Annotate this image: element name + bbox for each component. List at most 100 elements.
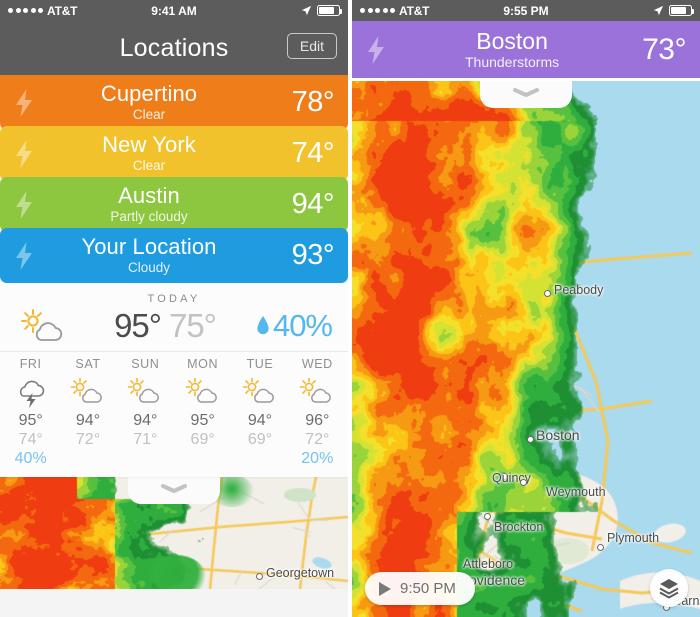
location-name: Cupertino (30, 83, 268, 105)
day-precipitation (117, 450, 174, 469)
weekly-forecast: FRI 95° 74° 40% SAT 94° 72° SUN 94° 71° MON 95° 69° T… (0, 352, 348, 473)
day-label: SUN (117, 357, 174, 371)
location-temperature: 94° (268, 188, 334, 221)
city-marker (597, 544, 604, 551)
sun-cloud-icon (231, 375, 288, 409)
location-temperature: 74° (268, 137, 334, 170)
sun-cloud-icon (117, 375, 174, 409)
today-temperatures: 95° 75° (74, 307, 256, 345)
navigation-bar: Locations Edit (0, 21, 348, 75)
lightning-bolt-icon (12, 88, 36, 118)
signal-dots-icon (8, 8, 43, 13)
location-condition: Cloudy (30, 261, 268, 275)
chevron-down-icon (513, 88, 539, 97)
day-low: 71° (117, 431, 174, 449)
map-label-weymouth: Weymouth (546, 485, 606, 499)
location-text: Your Location Cloudy (30, 236, 268, 275)
day-label: TUE (231, 357, 288, 371)
locations-screen: AT&T 9:41 AM Locations Edit Cupertino Cle… (0, 0, 348, 617)
lightning-bolt-icon (12, 241, 36, 271)
header-city-block: Boston Thunderstorms (382, 30, 642, 69)
sun-cloud-icon (289, 375, 346, 409)
radar-map-left[interactable]: Georgetown (0, 477, 348, 589)
day-precipitation (231, 450, 288, 469)
day-high: 96° (289, 412, 346, 430)
forecast-day-mon: MON 95° 69° (174, 357, 231, 469)
forecast-day-sun: SUN 94° 71° (117, 357, 174, 469)
day-precipitation (59, 450, 116, 469)
day-high: 95° (2, 412, 59, 430)
screenshot-root: AT&T 9:41 AM Locations Edit Cupertino Cle… (0, 0, 700, 617)
forecast-day-tue: TUE 94° 69° (231, 357, 288, 469)
play-icon (379, 582, 391, 596)
map-label-attleboro: Attleboro (463, 557, 513, 571)
location-text: New York Clear (30, 134, 268, 173)
city-marker (520, 479, 527, 486)
map-label-boston: Boston (536, 427, 580, 443)
lightning-bolt-icon (12, 139, 36, 169)
location-name: New York (30, 134, 268, 156)
today-summary-row: 95° 75° 40% (0, 307, 348, 351)
edit-button[interactable]: Edit (287, 33, 337, 59)
day-low: 74° (2, 431, 59, 449)
header-temperature: 73° (642, 33, 686, 67)
radar-playback-control[interactable]: 9:50 PM (365, 572, 475, 605)
signal-dots-icon (360, 8, 395, 13)
status-bar-right: AT&T 9:55 PM (352, 0, 700, 21)
location-name: Your Location (30, 236, 268, 258)
sun-cloud-icon (12, 308, 74, 344)
carrier-label: AT&T (399, 4, 429, 18)
sun-cloud-icon (59, 375, 116, 409)
radar-time-label: 9:50 PM (400, 580, 456, 597)
location-text: Cupertino Clear (30, 83, 268, 122)
radar-map-right[interactable]: Peabody Boston Quincy Weymouth Brockton … (352, 81, 700, 617)
page-title: Locations (120, 34, 229, 63)
status-right-group (653, 5, 692, 16)
layers-icon (658, 577, 680, 599)
battery-icon (669, 5, 692, 16)
locations-list: Cupertino Clear 78° New York Clear 74° Austin P… (0, 75, 348, 283)
day-high: 95° (174, 412, 231, 430)
day-high: 94° (231, 412, 288, 430)
droplet-icon (256, 315, 270, 337)
day-precipitation: 20% (289, 450, 346, 469)
map-label-georgetown: Georgetown (266, 566, 334, 580)
status-right-group (301, 5, 340, 16)
day-low: 72° (59, 431, 116, 449)
map-layers-button[interactable] (650, 569, 688, 607)
today-precip-value: 40% (273, 308, 332, 344)
boston-radar-screen: AT&T 9:55 PM Boston Thunderstorms 73° Pe… (352, 0, 700, 617)
city-marker (256, 573, 263, 580)
today-low: 75° (169, 307, 216, 344)
current-location-header[interactable]: Boston Thunderstorms 73° (352, 21, 700, 78)
today-forecast-panel[interactable]: TODAY 95° 75° 40% FRI 95° 74° 40% SAT 94… (0, 283, 348, 477)
day-low: 69° (231, 431, 288, 449)
forecast-day-sat: SAT 94° 72° (59, 357, 116, 469)
city-marker (527, 436, 534, 443)
location-row-cupertino[interactable]: Cupertino Clear 78° (0, 75, 348, 130)
day-precipitation (174, 450, 231, 469)
today-precipitation: 40% (256, 308, 336, 344)
map-label-brockton: Brockton (494, 520, 543, 534)
location-temperature: 78° (268, 86, 334, 119)
header-condition: Thunderstorms (382, 55, 642, 69)
carrier-group: AT&T (360, 4, 429, 18)
location-condition: Partly cloudy (30, 210, 268, 224)
city-marker (484, 513, 491, 520)
location-condition: Clear (30, 108, 268, 122)
forecast-day-wed: WED 96° 72° 20% (289, 357, 346, 469)
location-row-austin[interactable]: Austin Partly cloudy 94° (0, 177, 348, 232)
location-row-your-location[interactable]: Your Location Cloudy 93° (0, 228, 348, 283)
location-arrow-icon (301, 5, 312, 16)
location-temperature: 93° (268, 239, 334, 272)
battery-icon (317, 5, 340, 16)
location-row-new-york[interactable]: New York Clear 74° (0, 126, 348, 181)
lightning-bolt-icon (12, 190, 36, 220)
day-high: 94° (59, 412, 116, 430)
map-drag-handle-right[interactable] (480, 81, 572, 108)
carrier-group: AT&T (8, 4, 77, 18)
day-label: WED (289, 357, 346, 371)
map-drag-handle-left[interactable] (128, 477, 220, 504)
map-label-plymouth: Plymouth (607, 531, 659, 545)
location-text: Austin Partly cloudy (30, 185, 268, 224)
